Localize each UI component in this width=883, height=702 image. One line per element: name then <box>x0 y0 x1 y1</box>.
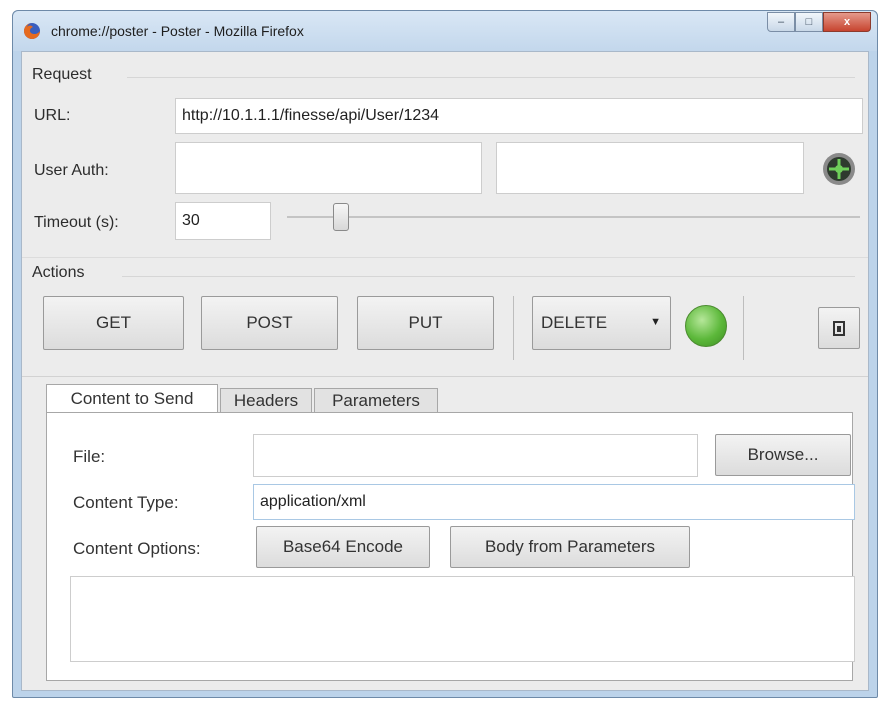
title-bar: chrome://poster - Poster - Mozilla Firef… <box>13 11 877 51</box>
post-button[interactable]: POST <box>201 296 338 350</box>
tab-headers[interactable]: Headers <box>220 388 312 414</box>
tab-content-to-send[interactable]: Content to Send <box>46 384 218 414</box>
maximize-icon: □ <box>805 16 813 28</box>
username-input[interactable] <box>175 142 482 194</box>
url-label: URL: <box>34 107 71 124</box>
base64-encode-button[interactable]: Base64 Encode <box>256 526 430 568</box>
close-button[interactable]: x <box>823 12 871 32</box>
tab-headers-label: Headers <box>233 391 299 410</box>
body-from-parameters-button[interactable]: Body from Parameters <box>450 526 690 568</box>
auth-radar-icon[interactable] <box>822 152 856 186</box>
request-section-label: Request <box>32 66 92 83</box>
tabs-top-separator <box>22 376 868 377</box>
method-dropdown[interactable]: DELETE ▼ <box>532 296 671 350</box>
firefox-icon <box>24 23 40 39</box>
window-title: chrome://poster - Poster - Mozilla Firef… <box>51 23 304 39</box>
get-button[interactable]: GET <box>43 296 184 350</box>
put-button[interactable]: PUT <box>357 296 494 350</box>
maximize-button[interactable]: □ <box>795 12 823 32</box>
content-type-input[interactable] <box>253 484 855 520</box>
chevron-down-icon: ▼ <box>650 316 661 328</box>
content-options-label: Content Options: <box>73 539 201 558</box>
content-to-send-panel: File: Browse... Content Type: Content Op… <box>46 412 855 681</box>
tab-parameters-label: Parameters <box>332 391 420 410</box>
timeout-input[interactable] <box>175 202 271 240</box>
method-dropdown-value: DELETE <box>541 313 608 332</box>
body-textarea[interactable] <box>70 576 855 662</box>
browser-window: chrome://poster - Poster - Mozilla Firef… <box>12 10 878 698</box>
timeout-slider-thumb[interactable] <box>333 203 349 231</box>
save-settings-button[interactable] <box>818 307 860 349</box>
password-input[interactable] <box>496 142 804 194</box>
tab-parameters[interactable]: Parameters <box>314 388 438 414</box>
timeout-label: Timeout (s): <box>34 214 119 231</box>
close-icon: x <box>843 16 851 28</box>
timeout-slider-track[interactable] <box>287 216 860 218</box>
status-indicator <box>685 305 727 347</box>
actions-separator-right <box>743 296 744 360</box>
file-input[interactable] <box>253 434 698 477</box>
tab-content-to-send-label: Content to Send <box>70 389 194 408</box>
file-label: File: <box>73 447 106 466</box>
request-divider <box>127 77 855 78</box>
content-type-label: Content Type: <box>73 493 179 512</box>
section-separator <box>22 257 868 258</box>
poster-panel: Request URL: User Auth: Timeout (s): Act… <box>21 51 869 691</box>
actions-separator-left <box>513 296 514 360</box>
actions-divider <box>122 276 855 277</box>
actions-section-label: Actions <box>32 264 85 281</box>
user-auth-label: User Auth: <box>34 162 109 179</box>
browse-button[interactable]: Browse... <box>715 434 851 476</box>
url-input[interactable] <box>175 98 863 134</box>
lock-icon <box>833 321 845 336</box>
minimize-button[interactable]: – <box>767 12 795 32</box>
minimize-icon: – <box>777 16 785 28</box>
